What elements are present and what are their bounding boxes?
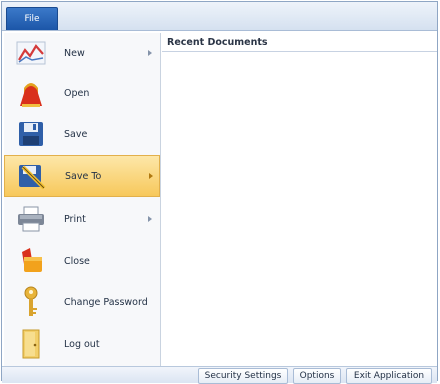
key-icon — [14, 285, 48, 319]
menu-label-save: Save — [64, 128, 88, 140]
chart-icon — [14, 36, 48, 70]
security-settings-button[interactable]: Security Settings — [198, 368, 288, 384]
menu-label-save-to: Save To — [65, 170, 102, 182]
exit-application-button[interactable]: Exit Application — [346, 368, 432, 384]
menu-label-change-password: Change Password — [64, 296, 148, 308]
submenu-arrow-icon — [149, 173, 153, 179]
open-folder-icon — [14, 76, 48, 110]
application-window: File New Open Save Save To Print Close C… — [1, 1, 438, 384]
menu-item-log-out[interactable]: Log out — [4, 324, 160, 364]
menu-item-change-password[interactable]: Change Password — [4, 282, 160, 322]
file-menu: New Open Save Save To Print Close Change… — [4, 33, 161, 367]
ribbon-bar: File — [2, 2, 437, 31]
options-button[interactable]: Options — [293, 368, 341, 384]
menu-item-save-to[interactable]: Save To — [4, 155, 160, 197]
menu-label-log-out: Log out — [64, 338, 100, 350]
menu-item-new[interactable]: New — [4, 33, 160, 73]
menu-item-open[interactable]: Open — [4, 73, 160, 113]
menu-label-new: New — [64, 47, 85, 59]
submenu-arrow-icon — [148, 216, 152, 222]
printer-icon — [14, 202, 48, 236]
door-icon — [14, 327, 48, 361]
floppy-disk-icon — [14, 117, 48, 151]
recent-documents-header: Recent Documents — [162, 36, 437, 52]
menu-label-print: Print — [64, 213, 86, 225]
menu-label-close: Close — [64, 255, 90, 267]
recent-documents-list — [162, 53, 437, 367]
menu-item-close[interactable]: Close — [4, 241, 160, 281]
save-to-icon — [15, 159, 49, 193]
menu-label-open: Open — [64, 87, 90, 99]
file-tab[interactable]: File — [6, 7, 58, 30]
close-folder-icon — [14, 244, 48, 278]
menu-item-save[interactable]: Save — [4, 114, 160, 154]
submenu-arrow-icon — [148, 50, 152, 56]
menu-item-print[interactable]: Print — [4, 199, 160, 239]
